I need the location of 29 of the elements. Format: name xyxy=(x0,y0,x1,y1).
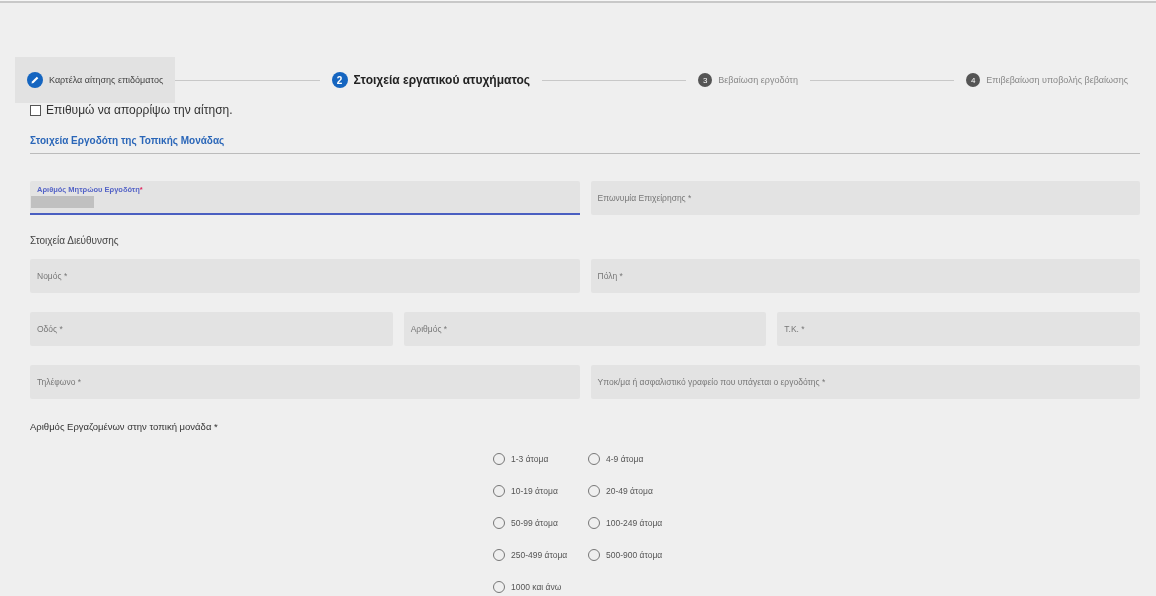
stepper-step[interactable]: 2 Στοιχεία εργατικού ατυχήματος xyxy=(319,57,542,103)
radio-option[interactable]: 1-3 άτομα xyxy=(493,450,549,468)
section-subtitle: Στοιχεία Διεύθυνσης xyxy=(30,235,119,246)
step-number: 4 xyxy=(966,73,981,87)
input-field[interactable]: Τηλέφωνο * xyxy=(30,365,580,399)
radio-option[interactable]: 500-900 άτομα xyxy=(588,546,663,564)
input-field[interactable]: Πόλη * xyxy=(590,259,1140,293)
stepper-step[interactable]: 3 Βεβαίωση εργοδότη xyxy=(686,57,810,103)
question-label: Αριθμός Εργαζομένων στην τοπική μονάδα * xyxy=(30,421,218,432)
input-field[interactable]: Οδός * xyxy=(30,312,393,346)
input-field[interactable]: Υποκ/μα ή ασφαλιστικό γραφείο που υπάγεται ο εργοδότης * xyxy=(590,365,1140,399)
input-field[interactable]: Αριθμός * xyxy=(403,312,767,346)
step-number: 3 xyxy=(698,73,713,87)
radio-option[interactable]: 10-19 άτομα xyxy=(493,482,558,500)
radio-option[interactable]: 50-99 άτομα xyxy=(493,514,558,532)
input-field[interactable]: Επωνυμία Επιχείρησης * xyxy=(590,181,1140,215)
step-number: 2 xyxy=(331,72,348,88)
stepper-step[interactable]: Καρτέλα αίτησης επιδόματος xyxy=(15,57,176,103)
radio-option[interactable]: 20-49 άτομα xyxy=(588,482,653,500)
stepper-step[interactable]: 4 Επιβεβαίωση υποβολής βεβαίωσης xyxy=(954,57,1140,103)
input-field[interactable]: Τ.Κ. * xyxy=(777,312,1140,346)
radio-option[interactable]: 250-499 άτομα xyxy=(493,546,568,564)
radio-option[interactable]: 100-249 άτομα xyxy=(588,514,663,532)
reject-checkbox[interactable]: Επιθυμώ να απορρίψω την αίτηση. xyxy=(30,103,233,117)
section-title: Στοιχεία Εργοδότη της Τοπικής Μονάδας xyxy=(30,135,225,146)
input-field[interactable]: Νομός * xyxy=(30,259,580,293)
pencil-icon xyxy=(27,72,43,88)
radio-option[interactable]: 1000 και άνω xyxy=(493,578,562,596)
radio-option[interactable]: 4-9 άτομα xyxy=(588,450,644,468)
